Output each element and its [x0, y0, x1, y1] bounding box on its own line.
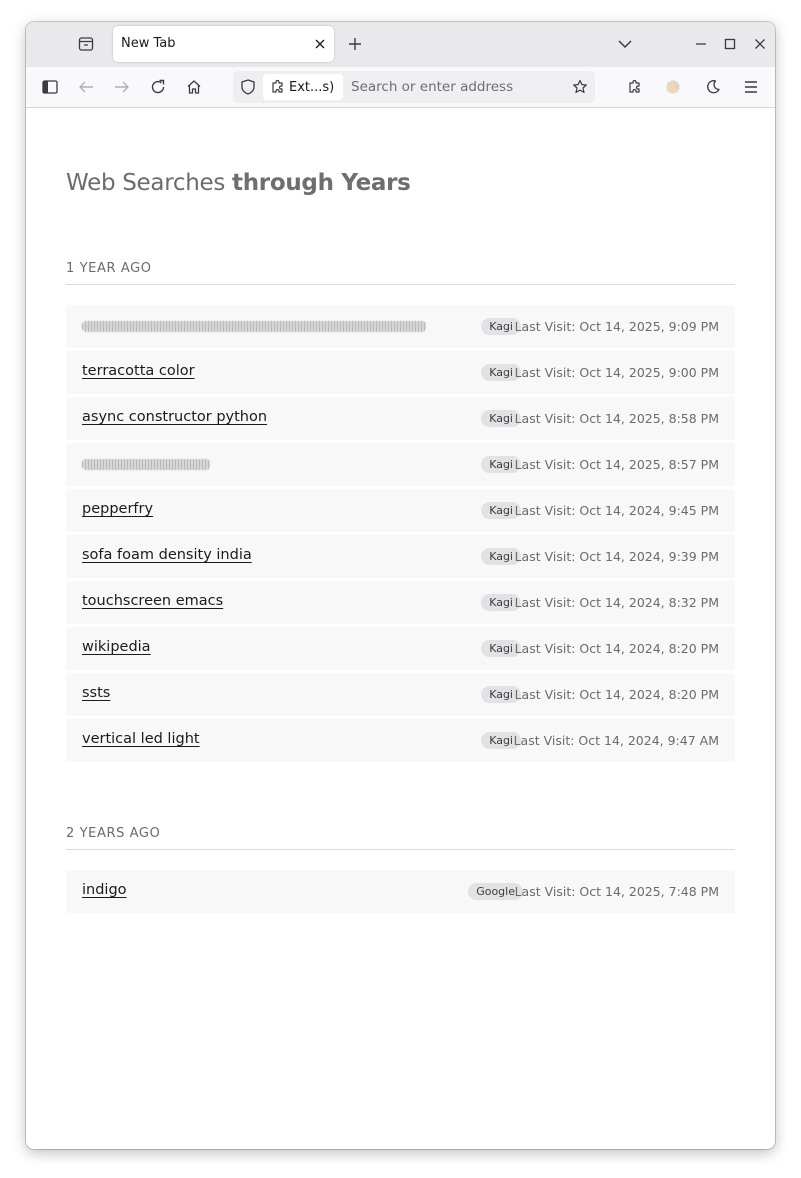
last-visit-text: Last Visit: Oct 14, 2025, 7:48 PM	[514, 884, 719, 899]
url-bar[interactable]: Ext...s)	[233, 71, 595, 103]
moon-sun-icon	[666, 80, 680, 94]
navigation-toolbar: Ext...s)	[26, 67, 775, 108]
tab-title: New Tab	[121, 36, 176, 51]
extension-identity-button[interactable]: Ext...s)	[263, 74, 343, 100]
hamburger-menu-icon	[745, 81, 757, 93]
maximize-icon	[724, 38, 736, 50]
section-heading-2-years-ago: 2 YEARS AGO	[66, 826, 161, 841]
firefox-view-button[interactable]	[72, 30, 100, 58]
search-query-link[interactable]: ssts	[82, 685, 110, 701]
star-icon	[573, 79, 587, 93]
last-visit-text: Last Visit: Oct 14, 2024, 9:47 AM	[513, 733, 719, 748]
maximize-button[interactable]	[717, 31, 743, 57]
new-tab-button[interactable]	[342, 31, 368, 57]
search-query-link[interactable]: touchscreen emacs	[82, 593, 223, 609]
search-query-link[interactable]: indigo	[82, 882, 127, 898]
extension-moon-button[interactable]	[657, 71, 689, 103]
search-row[interactable]: sofa foam density india Kagi Last Visit:…	[66, 535, 735, 578]
section-heading-1-year-ago: 1 YEAR AGO	[66, 261, 152, 276]
close-icon	[315, 39, 325, 49]
search-row[interactable]: pepperfry Kagi Last Visit: Oct 14, 2024,…	[66, 489, 735, 532]
last-visit-text: Last Visit: Oct 14, 2024, 8:20 PM	[514, 641, 719, 656]
last-visit-text: Last Visit: Oct 14, 2025, 9:00 PM	[514, 365, 719, 380]
search-row[interactable]: wikipedia Kagi Last Visit: Oct 14, 2024,…	[66, 627, 735, 670]
search-row[interactable]: touchscreen emacs Kagi Last Visit: Oct 1…	[66, 581, 735, 624]
last-visit-text: Last Visit: Oct 14, 2025, 8:57 PM	[514, 457, 719, 472]
minimize-button[interactable]	[688, 31, 714, 57]
search-query-link[interactable]: sofa foam density india	[82, 547, 252, 563]
search-query-link[interactable]: terracotta color	[82, 363, 195, 379]
arrow-right-icon	[115, 81, 129, 93]
search-row[interactable]: Kagi Last Visit: Oct 14, 2025, 8:57 PM	[66, 443, 735, 486]
page-title-bold: through Years	[232, 170, 411, 196]
last-visit-text: Last Visit: Oct 14, 2024, 8:20 PM	[514, 687, 719, 702]
redacted-query[interactable]	[82, 321, 426, 332]
section-divider	[66, 849, 735, 850]
tab-bar: New Tab	[26, 22, 775, 67]
firefox-view-icon	[78, 37, 94, 51]
extensions-button[interactable]	[619, 71, 651, 103]
reload-button[interactable]	[142, 71, 174, 103]
sidebar-toggle-button[interactable]	[34, 71, 66, 103]
last-visit-text: Last Visit: Oct 14, 2025, 8:58 PM	[514, 411, 719, 426]
section-divider	[66, 284, 735, 285]
search-row[interactable]: async constructor python Kagi Last Visit…	[66, 397, 735, 440]
browser-window: New Tab Ext...s) Search or enter address…	[26, 22, 775, 1149]
dark-mode-button[interactable]	[697, 71, 729, 103]
extension-identity-label: Ext...s)	[289, 79, 335, 95]
arrow-left-icon	[79, 81, 93, 93]
puzzle-icon	[272, 79, 283, 93]
search-row[interactable]: indigo Google Last Visit: Oct 14, 2025, …	[66, 870, 735, 913]
minimize-icon	[696, 43, 706, 45]
last-visit-text: Last Visit: Oct 14, 2024, 8:32 PM	[514, 595, 719, 610]
reload-icon	[151, 79, 165, 94]
search-query-link[interactable]: pepperfry	[82, 501, 153, 517]
home-button[interactable]	[178, 71, 210, 103]
page-title-light: Web Searches	[66, 170, 233, 196]
last-visit-text: Last Visit: Oct 14, 2024, 9:39 PM	[514, 549, 719, 564]
search-query-link[interactable]: vertical led light	[82, 731, 200, 747]
page-content: Web Searches through Years 1 YEAR AGO Ka…	[26, 108, 775, 1149]
bookmark-star-button[interactable]	[565, 71, 595, 103]
search-query-link[interactable]: wikipedia	[82, 639, 151, 655]
chevron-down-icon	[618, 40, 632, 49]
sidebar-icon	[42, 80, 58, 94]
last-visit-text: Last Visit: Oct 14, 2024, 9:45 PM	[514, 503, 719, 518]
search-row[interactable]: ssts Kagi Last Visit: Oct 14, 2024, 8:20…	[66, 673, 735, 716]
tab-close-button[interactable]	[308, 32, 332, 56]
tracking-protection-button[interactable]	[233, 71, 263, 103]
puzzle-icon	[629, 79, 640, 93]
search-query-link[interactable]: async constructor python	[82, 409, 267, 425]
last-visit-text: Last Visit: Oct 14, 2025, 9:09 PM	[514, 319, 719, 334]
plus-icon	[349, 38, 361, 50]
address-input[interactable]	[351, 71, 551, 103]
app-menu-button[interactable]	[735, 71, 767, 103]
forward-button[interactable]	[106, 71, 138, 103]
close-window-button[interactable]	[747, 31, 773, 57]
close-icon	[755, 39, 765, 49]
list-all-tabs-button[interactable]	[612, 31, 638, 57]
search-row[interactable]: vertical led light Kagi Last Visit: Oct …	[66, 719, 735, 762]
moon-icon	[707, 80, 720, 94]
search-row[interactable]: terracotta color Kagi Last Visit: Oct 14…	[66, 351, 735, 394]
back-button[interactable]	[70, 71, 102, 103]
shield-icon	[241, 79, 255, 95]
home-icon	[187, 80, 201, 94]
search-row[interactable]: Kagi Last Visit: Oct 14, 2025, 9:09 PM	[66, 305, 735, 348]
page-title: Web Searches through Years	[66, 170, 411, 196]
tab-new-tab[interactable]: New Tab	[113, 26, 334, 62]
redacted-query[interactable]	[82, 459, 210, 470]
